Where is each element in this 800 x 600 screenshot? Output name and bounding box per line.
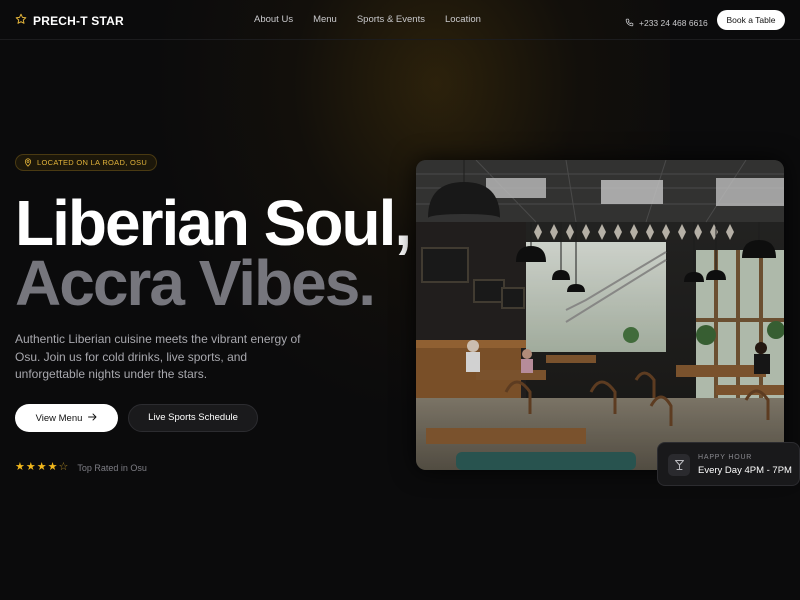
nav-link-about[interactable]: About Us — [254, 14, 293, 25]
top-navbar: PRECH-T STAR About Us Menu Sports & Even… — [0, 0, 800, 40]
hero-headline-line-2: Accra Vibes. — [15, 247, 376, 319]
map-pin-icon — [24, 154, 32, 172]
star-outline-icon — [15, 12, 27, 30]
star-outline-icon: ☆ — [58, 461, 69, 473]
star-filled-icon: ★ — [15, 461, 25, 473]
happy-hour-card: HAPPY HOUR Every Day 4PM - 7PM — [657, 442, 800, 486]
live-sports-schedule-button[interactable]: Live Sports Schedule — [128, 404, 258, 432]
arrow-right-icon — [88, 413, 97, 424]
view-menu-button[interactable]: View Menu — [15, 404, 118, 432]
location-badge-text: LOCATED ON LA ROAD, OSU — [37, 158, 148, 167]
nav-link-location[interactable]: Location — [445, 14, 481, 25]
restaurant-interior-photo — [416, 160, 784, 470]
star-filled-icon: ★ — [36, 461, 47, 473]
rating: ★ ★ ★ ★ ☆ Top Rated in Osu — [15, 462, 147, 473]
nav-links: About Us Menu Sports & Events Location — [254, 14, 501, 25]
brand-name: PRECH-T STAR — [33, 14, 124, 28]
phone-icon — [625, 14, 634, 32]
happy-hour-label: HAPPY HOUR — [698, 454, 753, 461]
nav-link-menu[interactable]: Menu — [313, 14, 337, 25]
cocktail-glass-icon — [668, 454, 690, 476]
phone-contact[interactable]: +233 24 468 6616 — [625, 14, 708, 32]
brand-logo[interactable]: PRECH-T STAR — [15, 12, 124, 30]
star-filled-icon: ★ — [47, 461, 58, 473]
hero-description: Authentic Liberian cuisine meets the vib… — [15, 332, 301, 381]
book-table-button[interactable]: Book a Table — [717, 10, 785, 30]
happy-hour-time: Every Day 4PM - 7PM — [698, 465, 792, 476]
rating-label: Top Rated in Osu — [77, 462, 147, 473]
phone-number: +233 24 468 6616 — [639, 18, 708, 28]
view-menu-label: View Menu — [35, 412, 83, 424]
rating-stars: ★ ★ ★ ★ ☆ — [15, 462, 68, 473]
nav-link-sports-events[interactable]: Sports & Events — [357, 14, 425, 25]
star-filled-icon: ★ — [25, 461, 36, 473]
location-badge: LOCATED ON LA ROAD, OSU — [15, 154, 158, 172]
